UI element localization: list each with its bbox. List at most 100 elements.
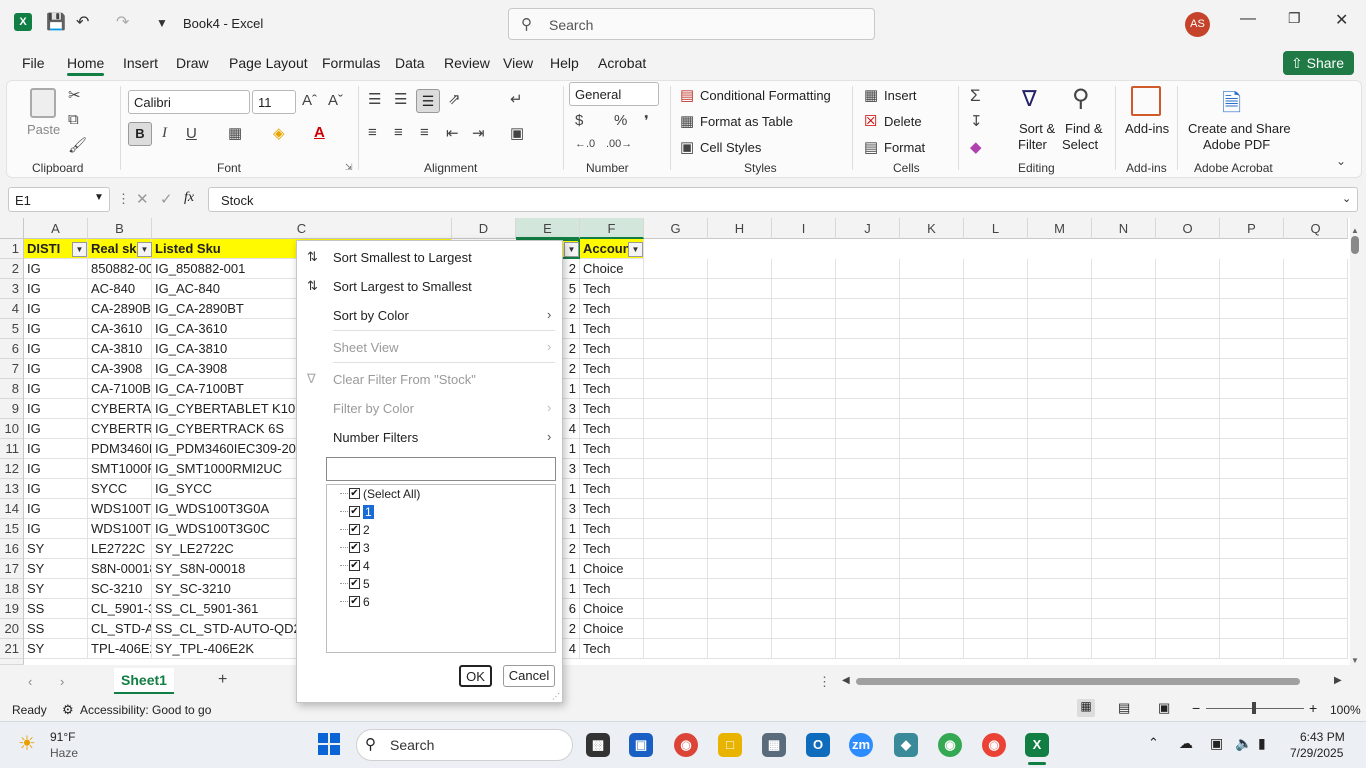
table-cell[interactable]: [1092, 279, 1156, 299]
fill-icon[interactable]: ↧: [970, 112, 983, 130]
table-cell[interactable]: [1220, 499, 1284, 519]
copy-icon[interactable]: ⧉: [68, 111, 79, 128]
table-cell[interactable]: [836, 599, 900, 619]
insert-cells-button[interactable]: Insert: [884, 88, 917, 103]
filter-dropdown-icon[interactable]: ▼: [137, 242, 152, 257]
table-cell[interactable]: [1156, 319, 1220, 339]
scroll-down-icon[interactable]: ▼: [1351, 656, 1359, 665]
currency-icon[interactable]: $: [575, 112, 583, 129]
table-cell[interactable]: [1220, 639, 1284, 659]
table-cell[interactable]: CA-2890BT: [88, 299, 152, 319]
table-cell[interactable]: [1092, 559, 1156, 579]
row-header[interactable]: 20: [0, 619, 24, 639]
table-cell[interactable]: Tech: [580, 499, 644, 519]
table-cell[interactable]: [1220, 379, 1284, 399]
row-header[interactable]: 8: [0, 379, 24, 399]
table-cell[interactable]: [900, 499, 964, 519]
table-cell[interactable]: [1028, 319, 1092, 339]
column-header[interactable]: I: [772, 218, 836, 239]
table-cell[interactable]: IG: [24, 379, 88, 399]
table-cell[interactable]: [964, 559, 1028, 579]
table-cell[interactable]: [1220, 339, 1284, 359]
table-cell[interactable]: [1092, 439, 1156, 459]
table-cell[interactable]: [1156, 599, 1220, 619]
align-left-icon[interactable]: ≡: [368, 124, 377, 141]
table-cell[interactable]: IG: [24, 319, 88, 339]
align-middle-icon[interactable]: ☰: [394, 90, 407, 108]
table-cell[interactable]: [964, 359, 1028, 379]
table-cell[interactable]: [900, 259, 964, 279]
sort-by-color-item[interactable]: Sort by Color: [333, 308, 409, 323]
table-cell[interactable]: [1220, 539, 1284, 559]
increase-indent-icon[interactable]: ⇥: [472, 124, 485, 142]
table-cell[interactable]: [772, 619, 836, 639]
format-as-table-button[interactable]: Format as Table: [700, 114, 793, 129]
filter-list-item[interactable]: 1: [363, 505, 374, 519]
table-cell[interactable]: [964, 339, 1028, 359]
filter-checkbox[interactable]: ✔: [349, 524, 360, 535]
table-cell[interactable]: [708, 519, 772, 539]
search-box[interactable]: ⚲ Search: [508, 8, 875, 40]
column-header[interactable]: N: [1092, 218, 1156, 239]
table-cell[interactable]: [772, 539, 836, 559]
display-icon[interactable]: ▣: [1210, 735, 1223, 752]
font-name-select[interactable]: Calibri: [128, 90, 250, 114]
clock-time[interactable]: 6:43 PM: [1300, 730, 1345, 744]
table-cell[interactable]: [708, 339, 772, 359]
table-cell[interactable]: [1156, 639, 1220, 659]
table-cell[interactable]: [644, 359, 708, 379]
table-cell[interactable]: IG: [24, 459, 88, 479]
table-cell[interactable]: [1284, 579, 1348, 599]
tab-home[interactable]: Home: [67, 55, 104, 71]
customize-toolbar-icon[interactable]: ▼: [156, 16, 168, 30]
row-header[interactable]: 17: [0, 559, 24, 579]
table-cell[interactable]: [644, 539, 708, 559]
filter-list-item[interactable]: 4: [363, 559, 370, 573]
sort-filter-button[interactable]: Sort &: [1019, 121, 1055, 136]
table-cell[interactable]: [900, 439, 964, 459]
table-cell[interactable]: [836, 639, 900, 659]
table-cell[interactable]: S8N-00018: [88, 559, 152, 579]
table-cell[interactable]: [1092, 499, 1156, 519]
next-sheet-icon[interactable]: ›: [60, 674, 64, 689]
conditional-formatting-button[interactable]: Conditional Formatting: [700, 88, 831, 103]
table-cell[interactable]: [836, 479, 900, 499]
table-cell[interactable]: [1092, 399, 1156, 419]
table-cell[interactable]: [708, 379, 772, 399]
table-cell[interactable]: Tech: [580, 519, 644, 539]
table-cell[interactable]: Tech: [580, 399, 644, 419]
table-cell[interactable]: Tech: [580, 339, 644, 359]
table-cell[interactable]: Choice: [580, 559, 644, 579]
find-select-button[interactable]: Find &: [1065, 121, 1103, 136]
table-cell[interactable]: AC-840: [88, 279, 152, 299]
table-cell[interactable]: [644, 259, 708, 279]
table-cell[interactable]: [772, 479, 836, 499]
table-cell[interactable]: [1028, 539, 1092, 559]
table-cell[interactable]: [1028, 639, 1092, 659]
paste-button[interactable]: Paste: [27, 122, 60, 137]
table-cell[interactable]: [1284, 379, 1348, 399]
decrease-decimal-icon[interactable]: .00→: [606, 138, 632, 150]
table-cell[interactable]: CYBERTRA: [88, 419, 152, 439]
table-cell[interactable]: [1156, 399, 1220, 419]
table-cell[interactable]: [1284, 439, 1348, 459]
tab-file[interactable]: File: [22, 55, 45, 71]
table-cell[interactable]: [1028, 359, 1092, 379]
table-cell[interactable]: IG: [24, 419, 88, 439]
ok-button[interactable]: OK: [459, 665, 492, 687]
table-cell[interactable]: [644, 419, 708, 439]
table-cell[interactable]: [708, 599, 772, 619]
table-cell[interactable]: CA-3610: [88, 319, 152, 339]
table-cell[interactable]: IG: [24, 339, 88, 359]
table-cell[interactable]: TPL-406E2: [88, 639, 152, 659]
decrease-indent-icon[interactable]: ⇤: [446, 124, 459, 142]
weather-temp[interactable]: 91°F: [50, 730, 75, 744]
expand-formula-icon[interactable]: ⌄: [1342, 192, 1351, 205]
table-cell[interactable]: [708, 279, 772, 299]
table-cell[interactable]: [964, 619, 1028, 639]
table-cell[interactable]: [1156, 439, 1220, 459]
column-header[interactable]: K: [900, 218, 964, 239]
percent-icon[interactable]: %: [614, 112, 627, 129]
tab-formulas[interactable]: Formulas: [322, 55, 380, 71]
table-cell[interactable]: [1028, 399, 1092, 419]
